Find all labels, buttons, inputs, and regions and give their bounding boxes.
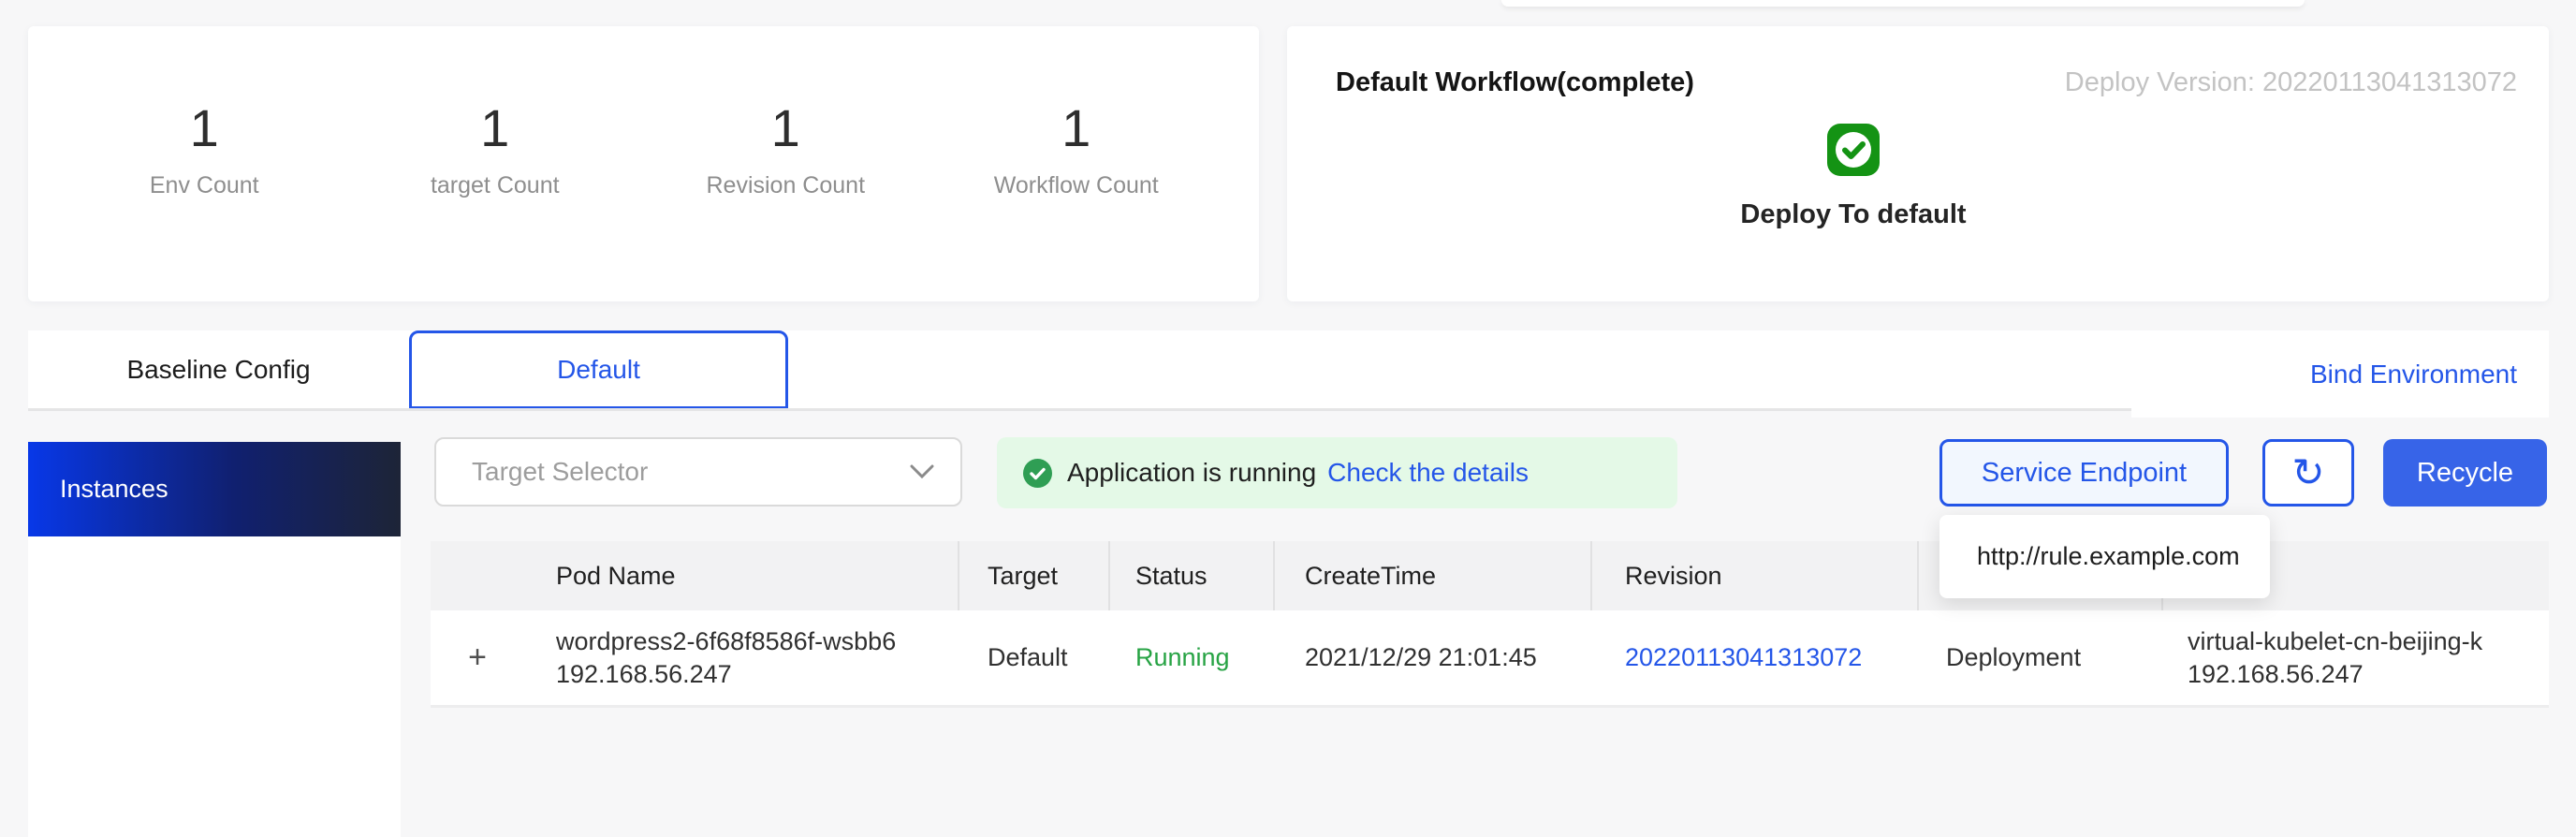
status-banner-text: Application is running (1067, 458, 1316, 488)
deploy-version: Deploy Version: 20220113041313072 (2065, 67, 2517, 98)
header-create-time: CreateTime (1305, 541, 1436, 610)
top-bar-remnant (1501, 0, 2305, 7)
check-circle-icon (1023, 459, 1052, 488)
refresh-button[interactable]: ↻ (2262, 439, 2354, 507)
header-divider (1917, 541, 1919, 610)
stats-card: 1 Env Count 1 target Count 1 Revision Co… (28, 26, 1259, 301)
workflow-card: Default Workflow(complete) Deploy Versio… (1287, 26, 2549, 301)
workflow-title: Default Workflow(complete) (1336, 67, 1694, 98)
node-ip: 192.168.56.247 (2188, 658, 2482, 691)
node-name: virtual-kubelet-cn-beijing-k (2188, 625, 2482, 658)
chevron-down-icon (910, 464, 934, 479)
node-cell: virtual-kubelet-cn-beijing-k 192.168.56.… (2188, 625, 2482, 691)
stat-label: Env Count (59, 172, 350, 199)
check-details-link[interactable]: Check the details (1327, 458, 1529, 488)
endpoint-url-item[interactable]: http://rule.example.com (1977, 542, 2240, 571)
table-row: + wordpress2-6f68f8586f-wsbb6 192.168.56… (431, 610, 2549, 708)
header-pod-name: Pod Name (556, 541, 676, 610)
tab-default[interactable]: Default (409, 330, 788, 409)
header-status: Status (1135, 541, 1208, 610)
header-revision: Revision (1625, 541, 1722, 610)
stat-label: target Count (350, 172, 641, 199)
create-time-cell: 2021/12/29 21:01:45 (1305, 610, 1537, 705)
target-cell: Default (988, 610, 1068, 705)
stat-label: Workflow Count (931, 172, 1222, 199)
service-endpoint-button[interactable]: Service Endpoint (1939, 439, 2229, 507)
stat-label: Revision Count (640, 172, 931, 199)
workflow-step-label: Deploy To default (1740, 199, 1966, 230)
stat-env-count: 1 Env Count (59, 99, 350, 301)
sidebar-item-label: Instances (60, 475, 168, 504)
header-divider (958, 541, 959, 610)
header-target: Target (988, 541, 1058, 610)
check-success-icon (1827, 124, 1880, 176)
tab-bar-border (28, 408, 2131, 411)
stat-target-count: 1 target Count (350, 99, 641, 301)
target-selector-placeholder: Target Selector (472, 457, 648, 487)
stat-value: 1 (640, 99, 931, 157)
sidebar-item-instances[interactable]: Instances (28, 442, 401, 536)
bind-environment-link[interactable]: Bind Environment (2310, 360, 2517, 389)
pod-ip: 192.168.56.247 (556, 658, 896, 691)
target-selector-dropdown[interactable]: Target Selector (434, 437, 962, 507)
stat-workflow-count: 1 Workflow Count (931, 99, 1222, 301)
tab-bar-right-section: Bind Environment (2131, 330, 2549, 418)
stat-value: 1 (59, 99, 350, 157)
service-endpoint-dropdown: http://rule.example.com (1939, 515, 2270, 598)
sidebar-panel (28, 536, 401, 837)
status-cell: Running (1135, 610, 1230, 705)
stat-value: 1 (350, 99, 641, 157)
tab-baseline-config[interactable]: Baseline Config (28, 330, 409, 409)
stat-value: 1 (931, 99, 1222, 157)
revision-link[interactable]: 20220113041313072 (1625, 610, 1862, 705)
workload-type-cell: Deployment (1946, 610, 2081, 705)
row-expand-button[interactable]: + (459, 610, 496, 705)
application-status-page: 1 Env Count 1 target Count 1 Revision Co… (0, 0, 2576, 837)
recycle-button[interactable]: Recycle (2383, 439, 2547, 507)
header-divider (1108, 541, 1110, 610)
pod-name: wordpress2-6f68f8586f-wsbb6 (556, 625, 896, 658)
status-banner: Application is running Check the details (997, 437, 1677, 508)
header-divider (1273, 541, 1275, 610)
header-divider (1590, 541, 1592, 610)
stat-revision-count: 1 Revision Count (640, 99, 931, 301)
workflow-step-node[interactable]: Deploy To default (1696, 124, 2011, 230)
refresh-icon: ↻ (2291, 453, 2324, 492)
pod-name-cell: wordpress2-6f68f8586f-wsbb6 192.168.56.2… (556, 625, 896, 691)
